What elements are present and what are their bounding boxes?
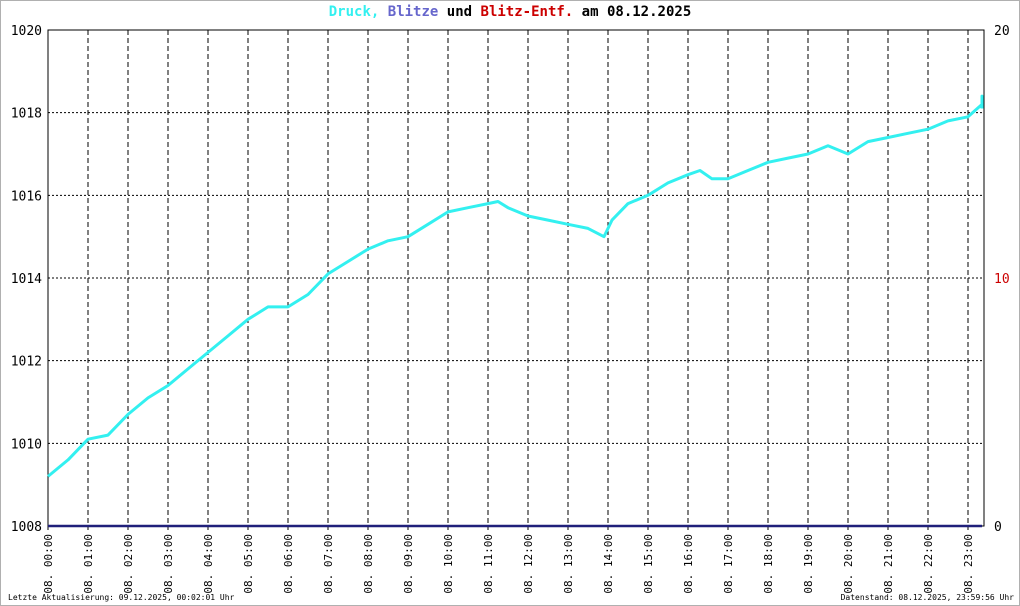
y-left-tick-label: 1010 — [11, 437, 42, 452]
x-tick-label: 08. 12:00 — [522, 534, 535, 594]
x-tick-label: 08. 13:00 — [562, 534, 575, 594]
x-tick-label: 08. 10:00 — [442, 534, 455, 594]
pressure-chart: 10081010101210141016101810200102008. 00:… — [11, 24, 1010, 594]
x-tick-label: 08. 15:00 — [642, 534, 655, 594]
footer-right: Datenstand: 08.12.2025, 23:59:56 Uhr — [840, 593, 1014, 602]
x-tick-label: 08. 04:00 — [202, 534, 215, 594]
y-left-tick-label: 1008 — [11, 520, 42, 535]
x-tick-label: 08. 14:00 — [602, 534, 615, 594]
x-tick-label: 08. 06:00 — [282, 534, 295, 594]
x-tick-label: 08. 00:00 — [42, 534, 55, 594]
y-right-tick-label: 0 — [994, 520, 1002, 535]
y-left-tick-label: 1018 — [11, 107, 42, 122]
x-tick-label: 08. 23:00 — [962, 534, 975, 594]
x-tick-label: 08. 09:00 — [402, 534, 415, 594]
y-left-tick-label: 1014 — [11, 272, 42, 287]
y-left-tick-label: 1020 — [11, 24, 42, 39]
x-tick-label: 08. 02:00 — [122, 534, 135, 594]
footer-left: Letzte Aktualisierung: 09.12.2025, 00:02… — [8, 593, 235, 602]
x-tick-label: 08. 20:00 — [842, 534, 855, 594]
x-tick-label: 08. 07:00 — [322, 534, 335, 594]
x-tick-label: 08. 19:00 — [802, 534, 815, 594]
x-tick-label: 08. 03:00 — [162, 534, 175, 594]
x-tick-label: 08. 16:00 — [682, 534, 695, 594]
y-left-tick-label: 1016 — [11, 189, 42, 204]
x-tick-label: 08. 21:00 — [882, 534, 895, 594]
x-tick-label: 08. 01:00 — [82, 534, 95, 594]
x-tick-label: 08. 17:00 — [722, 534, 735, 594]
x-tick-label: 08. 11:00 — [482, 534, 495, 594]
y-left-tick-label: 1012 — [11, 355, 42, 370]
x-tick-label: 08. 22:00 — [922, 534, 935, 594]
y-right-tick-label: 20 — [994, 24, 1010, 39]
x-tick-label: 08. 05:00 — [242, 534, 255, 594]
x-tick-label: 08. 08:00 — [362, 534, 375, 594]
x-tick-label: 08. 18:00 — [762, 534, 775, 594]
y-right-tick-label: 10 — [994, 272, 1010, 287]
series-line-druck — [47, 94, 984, 478]
